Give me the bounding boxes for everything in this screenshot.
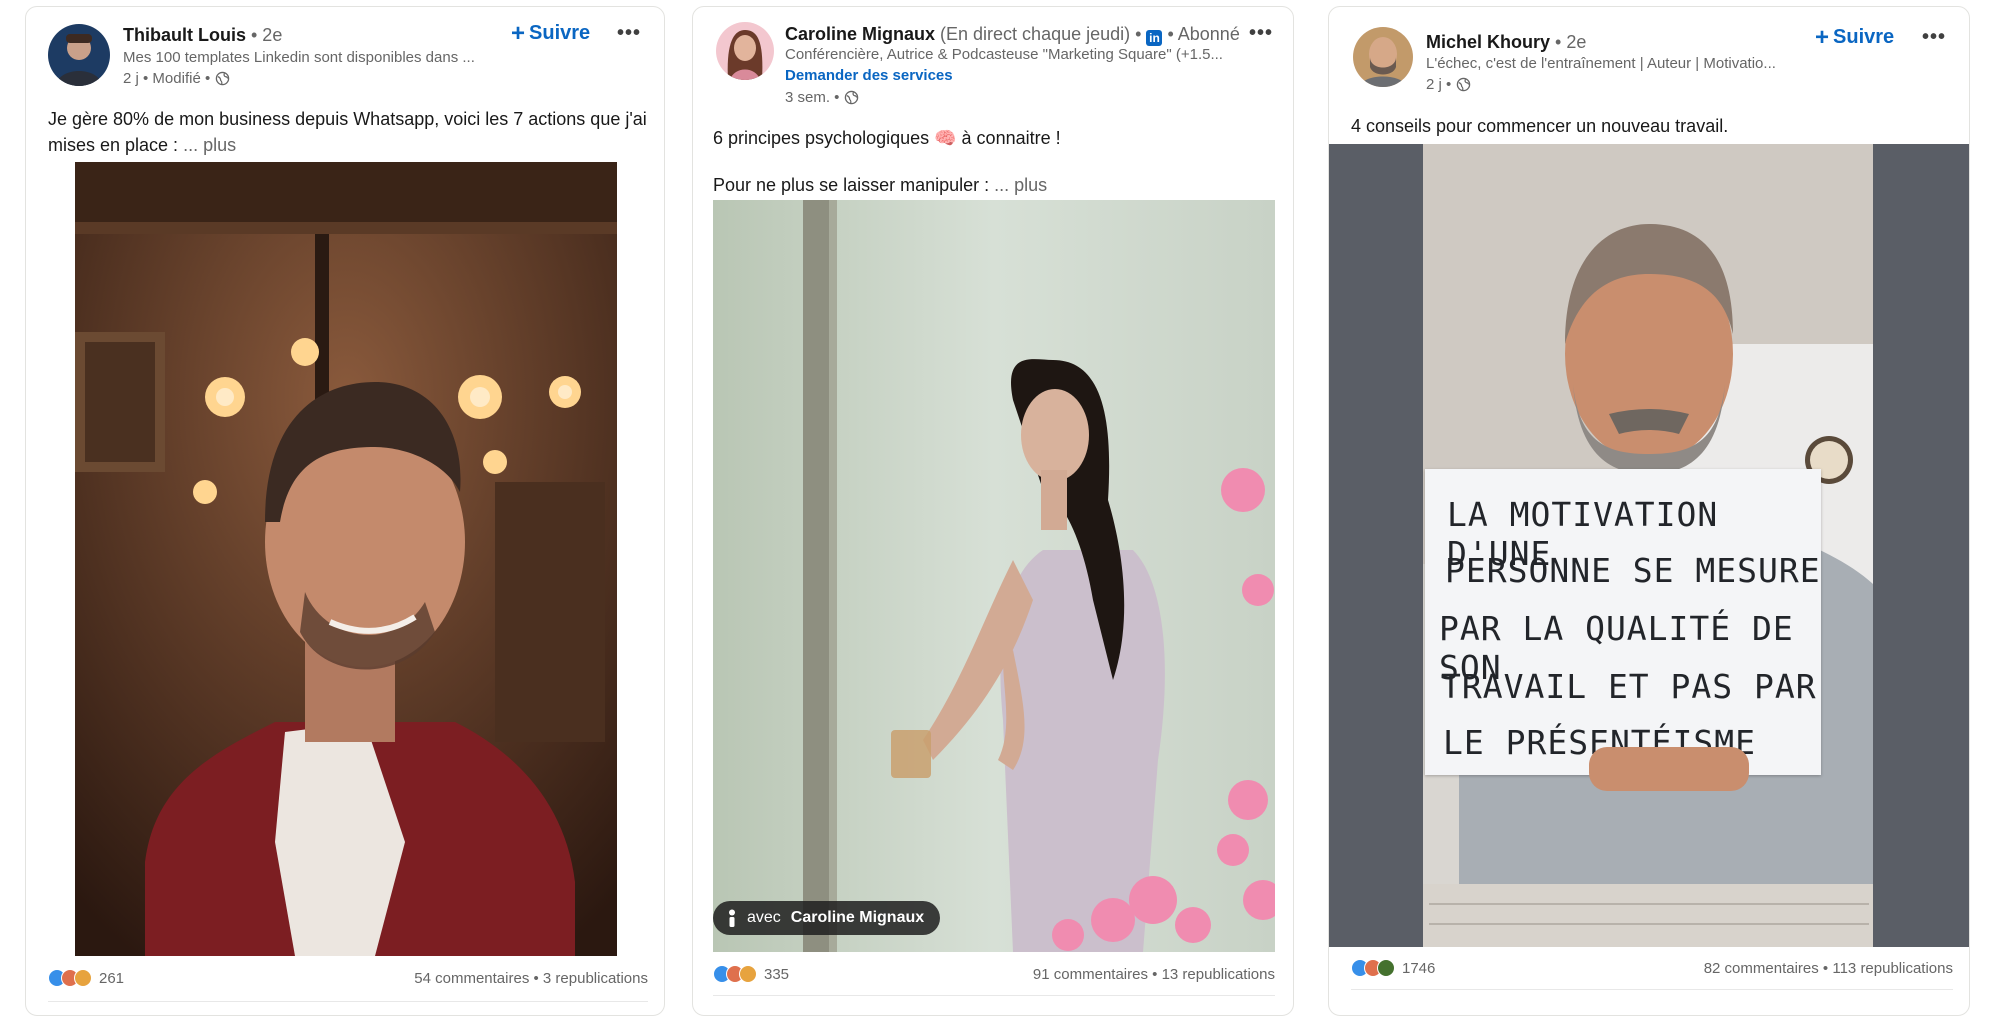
comments-count[interactable]: 54 commentaires <box>414 970 529 987</box>
sign-line: PERSONNE SE MESURE <box>1445 551 1821 590</box>
author-headline: Conférencière, Autrice & Podcasteuse "Ma… <box>785 46 1223 63</box>
post-meta: 2 j • <box>1426 76 1452 93</box>
support-icon <box>74 969 92 987</box>
post-text-line-1: 6 principes psychologiques 🧠 à connaitre… <box>713 128 1061 148</box>
reaction-icons <box>48 969 92 987</box>
request-services-link[interactable]: Demander des services <box>785 67 953 84</box>
reactions[interactable]: 335 <box>713 965 789 983</box>
person-tag[interactable]: avec Caroline Mignaux <box>713 901 941 935</box>
reactions-count: 335 <box>764 965 790 983</box>
author-name[interactable]: Caroline Mignaux <box>785 24 935 44</box>
author-avatar[interactable] <box>716 22 774 80</box>
author-suffix: (En direct chaque jeudi) • <box>935 24 1147 44</box>
post-card: Thibault Louis • 2e Mes 100 templates Li… <box>25 6 665 1016</box>
divider <box>713 995 1275 996</box>
more-options-icon[interactable]: ••• <box>617 22 641 45</box>
globe-icon <box>1457 77 1471 92</box>
reposts-count[interactable]: 13 republications <box>1162 966 1275 983</box>
post-text: Pour ne plus se laisser manipuler : ... … <box>713 172 1273 198</box>
post-card: Michel Khoury • 2e L'échec, c'est de l'e… <box>1328 6 1970 1016</box>
follow-label: Suivre <box>529 22 591 44</box>
post-text: Je gère 80% de mon business depuis Whats… <box>48 106 648 158</box>
insightful-icon <box>1377 959 1395 977</box>
social-counts: 1746 82 commentaires • 113 republication… <box>1351 959 1953 977</box>
author-avatar[interactable] <box>48 24 110 86</box>
post-image[interactable] <box>713 200 1275 952</box>
sign-line: TRAVAIL ET PAS PAR <box>1441 667 1817 706</box>
more-options-icon[interactable]: ••• <box>1922 26 1946 49</box>
person-icon <box>729 909 735 927</box>
hand <box>1589 747 1749 791</box>
globe-icon <box>845 90 859 105</box>
connection-degree: • 2e <box>246 25 283 45</box>
post-image[interactable] <box>75 162 617 956</box>
post-card: Caroline Mignaux (En direct chaque jeudi… <box>692 6 1294 1016</box>
comments-count[interactable]: 82 commentaires <box>1704 960 1819 977</box>
follow-label: Suivre <box>1833 26 1895 48</box>
linkedin-icon: in <box>1146 30 1163 46</box>
follow-status: • Abonné <box>1162 24 1240 44</box>
post-meta: 2 j • Modifié • <box>123 70 211 87</box>
separator: • <box>1818 959 1833 977</box>
post-text: 4 conseils pour commencer un nouveau tra… <box>1351 116 1729 136</box>
social-counts: 335 91 commentaires • 13 republications <box>713 965 1275 983</box>
follow-button[interactable]: + Suivre <box>1815 23 1895 51</box>
follow-button[interactable]: + Suivre <box>511 19 591 47</box>
plus-icon: + <box>1815 23 1830 51</box>
more-options-icon[interactable]: ••• <box>1249 22 1273 45</box>
reposts-count[interactable]: 113 republications <box>1832 960 1953 977</box>
author-name[interactable]: Thibault Louis <box>123 25 246 45</box>
reposts-count[interactable]: 3 republications <box>543 970 648 987</box>
author-avatar[interactable] <box>1353 27 1413 87</box>
post-body: Je gère 80% de mon business depuis Whats… <box>48 109 647 155</box>
separator: • <box>1147 965 1162 983</box>
see-more-link[interactable]: ... plus <box>183 135 236 155</box>
connection-degree: • 2e <box>1550 32 1587 52</box>
see-more-link[interactable]: ... plus <box>994 175 1047 195</box>
social-counts: 261 54 commentaires • 3 republications <box>48 969 648 987</box>
reaction-icons <box>713 965 757 983</box>
globe-icon <box>215 71 230 86</box>
reaction-icons <box>1351 959 1395 977</box>
author-name[interactable]: Michel Khoury <box>1426 32 1550 52</box>
reactions[interactable]: 261 <box>48 969 124 987</box>
support-icon <box>739 965 757 983</box>
reactions[interactable]: 1746 <box>1351 959 1435 977</box>
tag-prefix: avec <box>747 909 781 926</box>
post-meta: 3 sem. • <box>785 89 840 106</box>
author-headline: L'échec, c'est de l'entraînement | Auteu… <box>1426 55 1776 72</box>
reactions-count: 261 <box>99 969 125 987</box>
post-body: Pour ne plus se laisser manipuler : <box>713 175 990 195</box>
divider <box>48 1001 648 1002</box>
author-headline: Mes 100 templates Linkedin sont disponib… <box>123 49 475 66</box>
comments-count[interactable]: 91 commentaires <box>1033 966 1148 983</box>
divider <box>1351 989 1953 990</box>
separator: • <box>529 969 543 987</box>
reactions-count: 1746 <box>1402 959 1436 977</box>
tag-name: Caroline Mignaux <box>790 909 925 926</box>
handwritten-sign: LA MOTIVATION D'UNE PERSONNE SE MESURE P… <box>1425 469 1821 775</box>
plus-icon: + <box>511 19 526 47</box>
